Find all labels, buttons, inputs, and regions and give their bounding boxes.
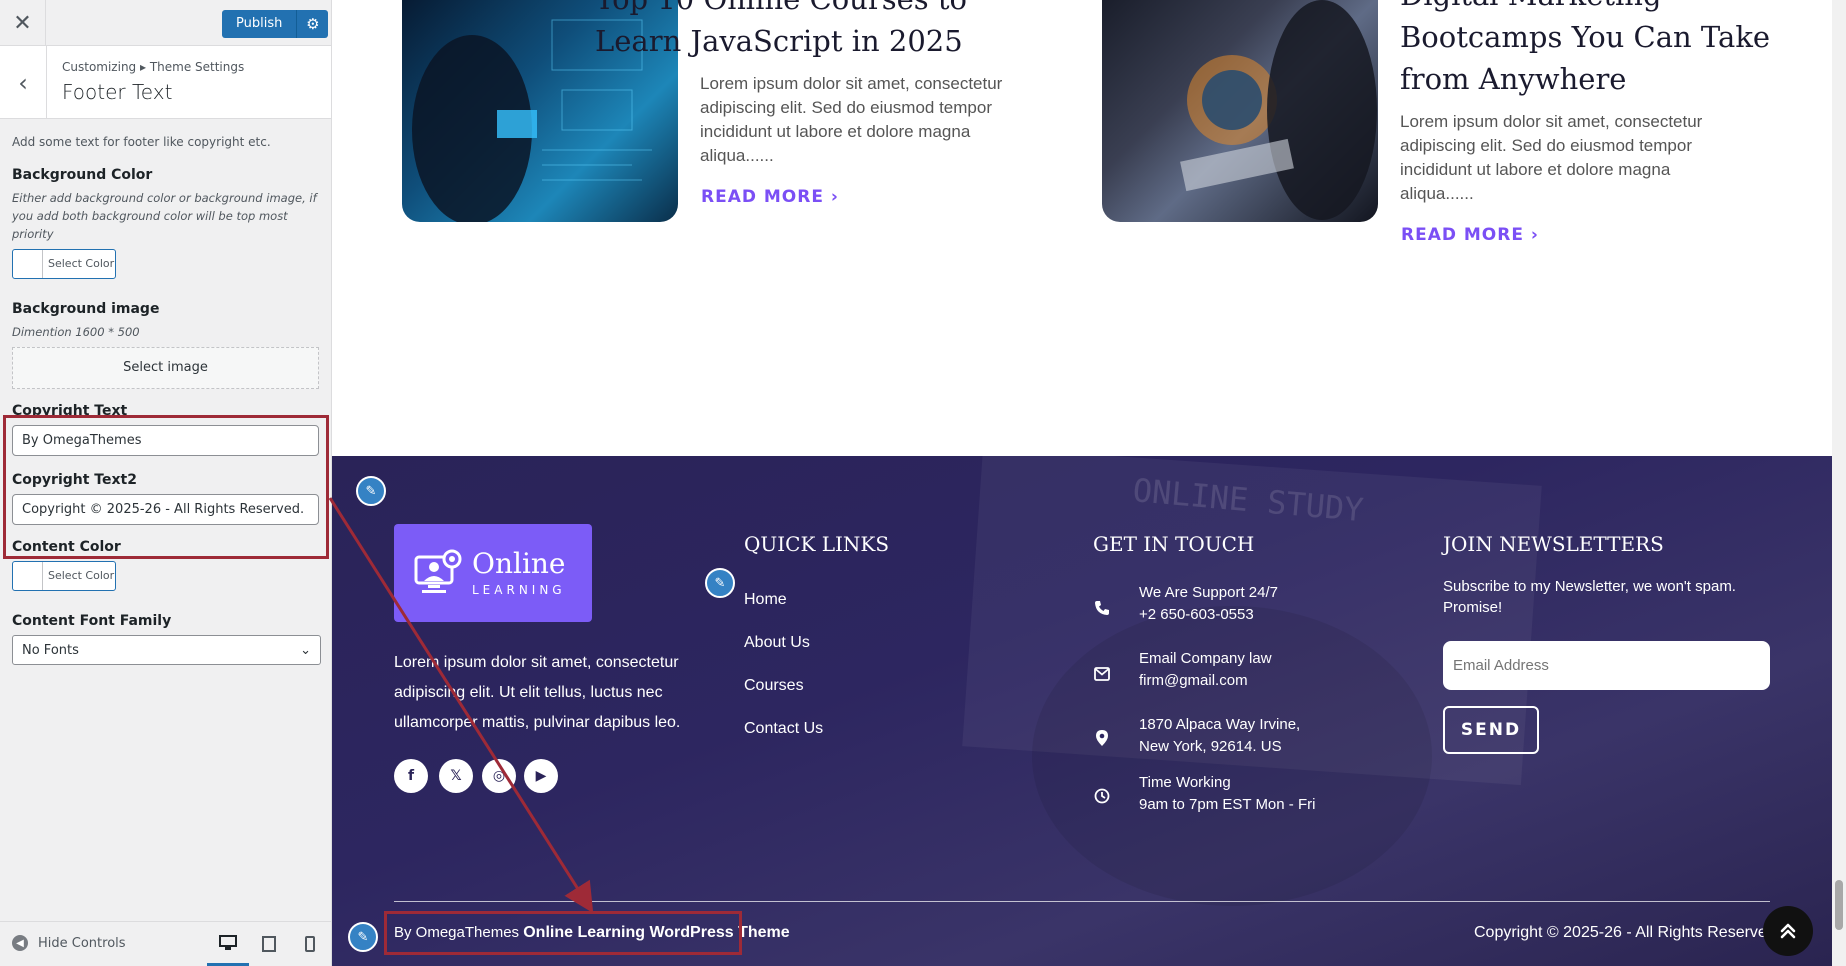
close-icon[interactable]: ✕: [0, 0, 46, 46]
vertical-scrollbar[interactable]: [1832, 0, 1846, 966]
footer-link-home[interactable]: Home: [744, 591, 787, 609]
contact-line: Time Working: [1139, 774, 1231, 791]
customizer-footer: ◀ Hide Controls: [0, 921, 331, 966]
scrollbar-thumb[interactable]: [1835, 880, 1843, 930]
contact-line: 9am to 7pm EST Mon - Fri: [1139, 796, 1316, 813]
bg-image-description: Dimention 1600 * 500: [12, 325, 140, 339]
monitor-user-icon: [414, 549, 462, 593]
site-footer: ONLINE STUDY ✎ Online LEARNING Lorem ips…: [332, 456, 1832, 966]
footer-about-text: Lorem ipsum dolor sit amet, consectetur …: [394, 654, 681, 731]
mobile-preview-icon[interactable]: [289, 922, 331, 966]
customizer-sidebar: ✕ Publish ⚙ ‹ Customizing ▸ Theme Settin…: [0, 0, 332, 966]
newsletter-title: JOIN NEWSLETTERS: [1443, 532, 1664, 556]
contact-hours: Time Working 9am to 7pm EST Mon - Fri: [1139, 772, 1315, 816]
phone-icon: [1092, 598, 1112, 618]
chevron-down-icon: ⌄: [300, 642, 311, 658]
post-title-line: Bootcamps You Can Take: [1400, 20, 1771, 54]
facebook-icon[interactable]: f: [394, 759, 428, 793]
edit-shortcut-pencil-icon[interactable]: ✎: [348, 922, 378, 952]
post-title-line: Learn JavaScript in 2025: [595, 24, 963, 58]
color-swatch: [13, 250, 43, 278]
color-swatch: [13, 562, 43, 590]
quick-links-title: QUICK LINKS: [744, 532, 890, 556]
back-chevron-icon[interactable]: ‹: [0, 46, 47, 119]
scroll-to-top-button[interactable]: [1763, 906, 1813, 956]
read-more-link[interactable]: READ MORE ›: [701, 187, 839, 207]
section-description: Add some text for footer like copyright …: [12, 135, 271, 149]
instagram-icon[interactable]: ◎: [482, 759, 516, 793]
font-family-value: No Fonts: [22, 642, 79, 658]
highlight-box-copyright-fields: [3, 415, 329, 559]
newsletter-description: Subscribe to my Newsletter, we won't spa…: [1443, 578, 1736, 616]
envelope-icon: [1092, 664, 1112, 684]
controls-panel: Add some text for footer like copyright …: [0, 119, 331, 665]
post-image-digital-marketing[interactable]: [1102, 0, 1378, 222]
select-color-label: Select Color: [48, 569, 115, 582]
get-in-touch-title: GET IN TOUCH: [1093, 532, 1255, 556]
newsletter-email-input[interactable]: [1443, 641, 1770, 690]
contact-line: We Are Support 24/7: [1139, 584, 1278, 601]
select-image-button[interactable]: Select image: [12, 347, 319, 389]
contact-line: New York, 92614. US: [1139, 738, 1282, 755]
desktop-preview-icon[interactable]: [207, 922, 249, 966]
publish-group: Publish ⚙: [222, 10, 329, 38]
collapse-icon: ◀: [12, 935, 28, 951]
edit-shortcut-pencil-icon[interactable]: ✎: [356, 476, 386, 506]
hide-controls-label: Hide Controls: [38, 935, 126, 951]
edit-shortcut-pencil-icon[interactable]: ✎: [705, 568, 735, 598]
footer-link-about[interactable]: About Us: [744, 634, 810, 652]
highlight-box-copyright-preview: [384, 911, 742, 955]
contact-line: Email Company law: [1139, 650, 1272, 667]
logo-sub-text: LEARNING: [472, 583, 566, 597]
tablet-preview-icon[interactable]: [248, 922, 290, 966]
map-pin-icon: [1092, 728, 1112, 748]
content-color-picker[interactable]: Select Color: [12, 561, 116, 591]
site-preview: Top 10 Online Courses to Learn JavaScrip…: [332, 0, 1846, 966]
bg-color-label: Background Color: [12, 167, 153, 183]
hide-controls-button[interactable]: ◀ Hide Controls: [12, 935, 126, 951]
bg-image-label: Background image: [12, 301, 160, 317]
select-color-label: Select Color: [48, 257, 115, 270]
clock-icon: [1092, 786, 1112, 806]
font-family-select[interactable]: No Fonts ⌄: [12, 635, 321, 665]
post-title-line: from Anywhere: [1400, 62, 1627, 96]
twitter-icon[interactable]: 𝕏: [439, 759, 473, 793]
bg-color-picker[interactable]: Select Color: [12, 249, 116, 279]
contact-support: We Are Support 24/7 +2 650-603-0553: [1139, 582, 1278, 626]
footer-link-contact[interactable]: Contact Us: [744, 720, 823, 738]
post-title-line: Top 10 Online Courses to: [595, 0, 967, 20]
publish-button[interactable]: Publish: [222, 10, 297, 38]
logo-main-text: Online: [472, 547, 566, 580]
gear-icon[interactable]: ⚙: [296, 10, 329, 38]
post-title-digital-marketing[interactable]: Digital Marketing Bootcamps You Can Take…: [1400, 0, 1770, 100]
contact-address: 1870 Alpaca Way Irvine, New York, 92614.…: [1139, 714, 1300, 758]
footer-divider: [394, 901, 1770, 902]
youtube-icon[interactable]: ▶: [524, 759, 558, 793]
font-family-label: Content Font Family: [12, 613, 172, 629]
breadcrumb: Customizing ▸ Theme Settings: [62, 60, 245, 74]
footer-copyright-right: Copyright © 2025-26 - All Rights Reserve…: [1474, 924, 1781, 941]
contact-email: Email Company law firm@gmail.com: [1139, 648, 1272, 692]
post-title-javascript[interactable]: Top 10 Online Courses to Learn JavaScrip…: [595, 0, 967, 62]
section-header: ‹ Customizing ▸ Theme Settings Footer Te…: [0, 46, 331, 119]
newsletter-send-button[interactable]: SEND: [1443, 706, 1539, 754]
double-chevron-up-icon: [1780, 923, 1796, 939]
section-title: Footer Text: [62, 80, 173, 104]
footer-link-courses[interactable]: Courses: [744, 677, 804, 695]
post-title-line: Digital Marketing: [1400, 0, 1770, 16]
bg-color-description: Either add background color or backgroun…: [12, 191, 317, 241]
footer-logo[interactable]: Online LEARNING: [394, 524, 592, 622]
logo-text: Online LEARNING: [472, 547, 566, 598]
contact-line: +2 650-603-0553: [1139, 606, 1254, 623]
read-more-link[interactable]: READ MORE ›: [1401, 225, 1539, 245]
post-excerpt-digital-marketing: Lorem ipsum dolor sit amet, consectetur …: [1400, 112, 1703, 203]
contact-line[interactable]: firm@gmail.com: [1139, 670, 1272, 692]
post-excerpt-javascript: Lorem ipsum dolor sit amet, consectetur …: [700, 74, 1003, 165]
customizer-topbar: ✕ Publish ⚙: [0, 0, 331, 46]
contact-line: 1870 Alpaca Way Irvine,: [1139, 716, 1301, 733]
